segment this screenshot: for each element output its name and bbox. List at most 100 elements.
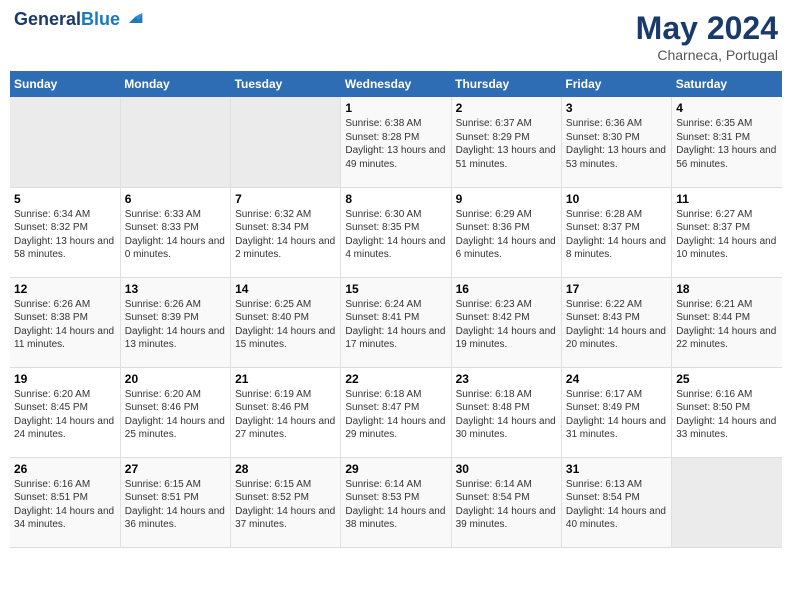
sunrise-text: Sunrise: 6:27 AM xyxy=(676,208,778,222)
daylight-text: Daylight: 14 hours and 20 minutes. xyxy=(566,325,667,352)
cell-info: Sunrise: 6:15 AMSunset: 8:52 PMDaylight:… xyxy=(235,478,336,532)
column-header-wednesday: Wednesday xyxy=(341,71,451,97)
daylight-text: Daylight: 14 hours and 17 minutes. xyxy=(345,325,446,352)
sunrise-text: Sunrise: 6:35 AM xyxy=(676,117,778,131)
sunset-text: Sunset: 8:31 PM xyxy=(676,131,778,145)
sunrise-text: Sunrise: 6:16 AM xyxy=(676,388,778,402)
calendar-table: SundayMondayTuesdayWednesdayThursdayFrid… xyxy=(10,71,782,548)
calendar-cell: 14Sunrise: 6:25 AMSunset: 8:40 PMDayligh… xyxy=(231,277,341,367)
day-number: 13 xyxy=(125,282,226,296)
sunset-text: Sunset: 8:33 PM xyxy=(125,221,226,235)
day-number: 11 xyxy=(676,192,778,206)
sunset-text: Sunset: 8:44 PM xyxy=(676,311,778,325)
calendar-cell: 18Sunrise: 6:21 AMSunset: 8:44 PMDayligh… xyxy=(672,277,782,367)
sunrise-text: Sunrise: 6:22 AM xyxy=(566,298,667,312)
day-number: 6 xyxy=(125,192,226,206)
calendar-cell: 6 Sunrise: 6:33 AMSunset: 8:33 PMDaylight… xyxy=(120,187,230,277)
day-number: 19 xyxy=(14,372,116,386)
cell-info: Sunrise: 6:13 AMSunset: 8:54 PMDaylight:… xyxy=(566,478,667,532)
sunset-text: Sunset: 8:50 PM xyxy=(676,401,778,415)
daylight-text: Daylight: 14 hours and 22 minutes. xyxy=(676,325,778,352)
calendar-cell: 8Sunrise: 6:30 AMSunset: 8:35 PMDaylight… xyxy=(341,187,451,277)
sunrise-text: Sunrise: 6:36 AM xyxy=(566,117,667,131)
daylight-text: Daylight: 14 hours and 8 minutes. xyxy=(566,235,667,262)
cell-info: Sunrise: 6:36 AMSunset: 8:30 PMDaylight:… xyxy=(566,117,667,171)
calendar-cell: 29 Sunrise: 6:14 AMSunset: 8:53 PMDayligh… xyxy=(341,457,451,547)
daylight-text: Daylight: 14 hours and 6 minutes. xyxy=(456,235,557,262)
day-number: 2 xyxy=(456,101,557,115)
sunset-text: Sunset: 8:37 PM xyxy=(566,221,667,235)
calendar-cell: 10Sunrise: 6:28 AMSunset: 8:37 PMDayligh… xyxy=(561,187,671,277)
calendar-cell: 31Sunrise: 6:13 AMSunset: 8:54 PMDayligh… xyxy=(561,457,671,547)
column-header-thursday: Thursday xyxy=(451,71,561,97)
day-number: 24 xyxy=(566,372,667,386)
sunrise-text: Sunrise: 6:38 AM xyxy=(345,117,446,131)
calendar-cell: 13Sunrise: 6:26 AMSunset: 8:39 PMDayligh… xyxy=(120,277,230,367)
daylight-text: Daylight: 14 hours and 33 minutes. xyxy=(676,415,778,442)
sunset-text: Sunset: 8:52 PM xyxy=(235,491,336,505)
logo-icon xyxy=(124,8,144,28)
calendar-cell: 16Sunrise: 6:23 AMSunset: 8:42 PMDayligh… xyxy=(451,277,561,367)
sunset-text: Sunset: 8:47 PM xyxy=(345,401,446,415)
sunrise-text: Sunrise: 6:32 AM xyxy=(235,208,336,222)
cell-info: Sunrise: 6:23 AMSunset: 8:42 PMDaylight:… xyxy=(456,298,557,352)
cell-info: Sunrise: 6:16 AMSunset: 8:50 PMDaylight:… xyxy=(676,388,778,442)
sunset-text: Sunset: 8:29 PM xyxy=(456,131,557,145)
sunrise-text: Sunrise: 6:23 AM xyxy=(456,298,557,312)
sunrise-text: Sunrise: 6:33 AM xyxy=(125,208,226,222)
daylight-text: Daylight: 14 hours and 31 minutes. xyxy=(566,415,667,442)
column-header-saturday: Saturday xyxy=(672,71,782,97)
sunset-text: Sunset: 8:53 PM xyxy=(345,491,446,505)
sunset-text: Sunset: 8:41 PM xyxy=(345,311,446,325)
calendar-cell xyxy=(231,97,341,187)
calendar-cell: 11 Sunrise: 6:27 AMSunset: 8:37 PMDayligh… xyxy=(672,187,782,277)
sunrise-text: Sunrise: 6:14 AM xyxy=(456,478,557,492)
logo-text: GeneralBlue xyxy=(14,10,120,30)
calendar-cell: 3Sunrise: 6:36 AMSunset: 8:30 PMDaylight… xyxy=(561,97,671,187)
cell-info: Sunrise: 6:19 AMSunset: 8:46 PMDaylight:… xyxy=(235,388,336,442)
daylight-text: Daylight: 13 hours and 58 minutes. xyxy=(14,235,116,262)
calendar-week-row: 19Sunrise: 6:20 AMSunset: 8:45 PMDayligh… xyxy=(10,367,782,457)
sunset-text: Sunset: 8:51 PM xyxy=(125,491,226,505)
daylight-text: Daylight: 14 hours and 29 minutes. xyxy=(345,415,446,442)
logo: GeneralBlue xyxy=(14,10,144,30)
sunrise-text: Sunrise: 6:30 AM xyxy=(345,208,446,222)
day-number: 22 xyxy=(345,372,446,386)
calendar-cell: 5Sunrise: 6:34 AMSunset: 8:32 PMDaylight… xyxy=(10,187,120,277)
cell-info: Sunrise: 6:18 AMSunset: 8:47 PMDaylight:… xyxy=(345,388,446,442)
day-number: 29 xyxy=(345,462,446,476)
calendar-cell: 23 Sunrise: 6:18 AMSunset: 8:48 PMDayligh… xyxy=(451,367,561,457)
day-number: 15 xyxy=(345,282,446,296)
sunrise-text: Sunrise: 6:20 AM xyxy=(125,388,226,402)
cell-info: Sunrise: 6:14 AMSunset: 8:54 PMDaylight:… xyxy=(456,478,557,532)
calendar-cell: 30 Sunrise: 6:14 AMSunset: 8:54 PMDayligh… xyxy=(451,457,561,547)
sunrise-text: Sunrise: 6:15 AM xyxy=(125,478,226,492)
sunset-text: Sunset: 8:46 PM xyxy=(235,401,336,415)
calendar-cell: 12Sunrise: 6:26 AMSunset: 8:38 PMDayligh… xyxy=(10,277,120,367)
cell-info: Sunrise: 6:34 AMSunset: 8:32 PMDaylight:… xyxy=(14,208,116,262)
calendar-cell: 17Sunrise: 6:22 AMSunset: 8:43 PMDayligh… xyxy=(561,277,671,367)
cell-info: Sunrise: 6:14 AMSunset: 8:53 PMDaylight:… xyxy=(345,478,446,532)
title-block: May 2024 Charneca, Portugal xyxy=(636,10,778,63)
calendar-cell: 7Sunrise: 6:32 AMSunset: 8:34 PMDaylight… xyxy=(231,187,341,277)
day-number: 23 xyxy=(456,372,557,386)
calendar-cell: 24Sunrise: 6:17 AMSunset: 8:49 PMDayligh… xyxy=(561,367,671,457)
sunrise-text: Sunrise: 6:17 AM xyxy=(566,388,667,402)
cell-info: Sunrise: 6:21 AMSunset: 8:44 PMDaylight:… xyxy=(676,298,778,352)
sunset-text: Sunset: 8:43 PM xyxy=(566,311,667,325)
calendar-week-row: 1Sunrise: 6:38 AMSunset: 8:28 PMDaylight… xyxy=(10,97,782,187)
day-number: 30 xyxy=(456,462,557,476)
calendar-cell: 21Sunrise: 6:19 AMSunset: 8:46 PMDayligh… xyxy=(231,367,341,457)
daylight-text: Daylight: 14 hours and 39 minutes. xyxy=(456,505,557,532)
calendar-week-row: 5Sunrise: 6:34 AMSunset: 8:32 PMDaylight… xyxy=(10,187,782,277)
daylight-text: Daylight: 14 hours and 13 minutes. xyxy=(125,325,226,352)
cell-info: Sunrise: 6:18 AMSunset: 8:48 PMDaylight:… xyxy=(456,388,557,442)
sunset-text: Sunset: 8:39 PM xyxy=(125,311,226,325)
calendar-cell: 20Sunrise: 6:20 AMSunset: 8:46 PMDayligh… xyxy=(120,367,230,457)
sunrise-text: Sunrise: 6:15 AM xyxy=(235,478,336,492)
daylight-text: Daylight: 13 hours and 51 minutes. xyxy=(456,144,557,171)
calendar-cell xyxy=(672,457,782,547)
daylight-text: Daylight: 14 hours and 40 minutes. xyxy=(566,505,667,532)
cell-info: Sunrise: 6:33 AMSunset: 8:33 PMDaylight:… xyxy=(125,208,226,262)
cell-info: Sunrise: 6:27 AMSunset: 8:37 PMDaylight:… xyxy=(676,208,778,262)
